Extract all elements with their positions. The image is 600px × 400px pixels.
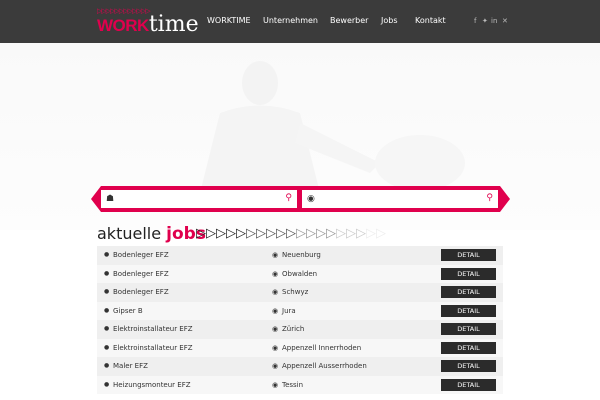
globe-icon: ◉	[272, 269, 279, 278]
detail-button[interactable]: DETAIL	[441, 360, 496, 372]
people-icon: ☗	[106, 194, 115, 204]
person-icon: ●	[104, 362, 110, 369]
globe-icon: ◉	[272, 380, 279, 389]
job-title: Elektroinstallateur EFZ	[113, 325, 193, 333]
nav-item-jobs[interactable]: Jobs	[381, 16, 398, 25]
job-row: ● Elektroinstallateur EFZ ◉ Zürich DETAI…	[97, 320, 503, 339]
nav-item-worktime[interactable]: WORKTIME	[207, 16, 251, 25]
job-row: ● Bodenleger EFZ ◉ Neuenburg DETAIL	[97, 246, 503, 265]
jobs-title-aktuelle: aktuelle	[97, 224, 162, 243]
logo-work-text: WORK	[97, 16, 149, 35]
job-location: Schwyz	[282, 288, 309, 296]
job-location: Tessin	[282, 380, 304, 389]
person-icon: ●	[104, 288, 110, 295]
decorative-arrows: ▷▷▷▷▷▷▷▷▷▷▷▷▷▷▷▷▷▷▷	[196, 226, 386, 241]
job-location: Jura	[282, 306, 296, 315]
twitter-icon[interactable]: ✦	[482, 17, 488, 25]
job-location: Neuenburg	[282, 251, 321, 259]
globe-icon: ◉	[272, 251, 279, 259]
detail-button[interactable]: DETAIL	[441, 341, 496, 354]
worktime-logo[interactable]: ▷▷▷▷▷▷▷▷▷▷▷▷ WORKtime	[97, 7, 199, 37]
globe-icon: ◉	[272, 343, 279, 352]
detail-button[interactable]: DETAIL	[441, 286, 496, 298]
job-search-input[interactable]	[119, 192, 269, 204]
nav-item-bewerber[interactable]: Bewerber	[330, 16, 368, 25]
job-search-bar: ☗ ⚲ ◉ ⚲	[91, 186, 510, 212]
job-title: Bodenleger EFZ	[113, 288, 169, 296]
person-icon: ●	[104, 269, 110, 277]
location-search-input[interactable]	[320, 192, 470, 204]
job-title: Bodenleger EFZ	[113, 251, 169, 259]
social-links: f ✦ in ✕	[474, 17, 510, 27]
job-title: Maler EFZ	[113, 362, 148, 370]
top-header: ▷▷▷▷▷▷▷▷▷▷▷▷ WORKtime WORKTIME Unternehm…	[0, 0, 600, 43]
person-icon: ●	[104, 380, 110, 388]
job-location: Zürich	[282, 325, 305, 333]
person-icon: ●	[104, 306, 110, 314]
location-search-field[interactable]: ◉ ⚲	[302, 190, 498, 208]
globe-icon: ◉	[272, 288, 279, 296]
job-row: ● Bodenleger EFZ ◉ Obwalden DETAIL	[97, 264, 503, 283]
nav-item-kontakt[interactable]: Kontakt	[415, 16, 446, 25]
detail-button[interactable]: DETAIL	[441, 304, 496, 317]
job-row: ● Heizungsmonteur EFZ ◉ Tessin DETAIL	[97, 375, 503, 394]
detail-button[interactable]: DETAIL	[441, 249, 496, 261]
globe-icon: ◉	[272, 325, 279, 333]
facebook-icon[interactable]: f	[474, 17, 476, 25]
person-icon: ●	[104, 325, 110, 332]
job-row: ● Elektroinstallateur EFZ ◉ Appenzell In…	[97, 338, 503, 357]
jobs-list: ● Bodenleger EFZ ◉ Neuenburg DETAIL ● Bo…	[97, 246, 503, 394]
job-title: Elektroinstallateur EFZ	[113, 343, 193, 352]
detail-button[interactable]: DETAIL	[441, 267, 496, 280]
search-icon[interactable]: ⚲	[285, 193, 292, 203]
globe-icon: ◉	[307, 194, 315, 204]
job-location: Appenzell Ausserrhoden	[282, 362, 367, 370]
globe-icon: ◉	[272, 306, 279, 315]
xing-icon[interactable]: ✕	[502, 17, 508, 25]
linkedin-icon[interactable]: in	[491, 17, 497, 25]
job-title: Gipser B	[113, 306, 143, 315]
search-icon[interactable]: ⚲	[486, 193, 493, 203]
detail-button[interactable]: DETAIL	[441, 378, 496, 391]
logo-time-text: time	[148, 12, 199, 37]
job-title: Bodenleger EFZ	[113, 269, 169, 278]
job-location: Appenzell Innerrhoden	[282, 343, 362, 352]
job-location: Obwalden	[282, 269, 318, 278]
job-row: ● Bodenleger EFZ ◉ Schwyz DETAIL	[97, 283, 503, 302]
detail-button[interactable]: DETAIL	[441, 323, 496, 335]
nav-item-unternehmen[interactable]: Unternehmen	[263, 16, 318, 25]
person-icon: ●	[104, 251, 110, 258]
person-icon: ●	[104, 343, 110, 351]
job-row: ● Gipser B ◉ Jura DETAIL	[97, 301, 503, 320]
job-search-field[interactable]: ☗ ⚲	[101, 190, 297, 208]
job-title: Heizungsmonteur EFZ	[113, 380, 191, 389]
globe-icon: ◉	[272, 362, 279, 370]
job-row: ● Maler EFZ ◉ Appenzell Ausserrhoden DET…	[97, 357, 503, 376]
jobs-section-title: aktuelle jobs ▷▷▷▷▷▷▷▷▷▷▷▷▷▷▷▷▷▷▷	[97, 224, 386, 246]
